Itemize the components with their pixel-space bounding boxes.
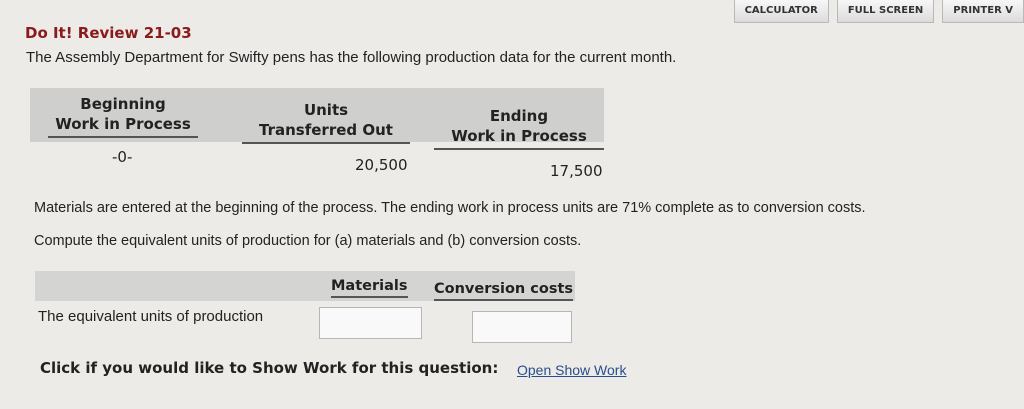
full-screen-button[interactable]: FULL SCREEN: [836, 0, 935, 23]
header-line: Ending: [489, 107, 549, 125]
header-conversion-costs: Conversion costs: [434, 281, 574, 301]
conversion-costs-input[interactable]: [472, 311, 572, 343]
value-units-transferred: 20,500: [355, 156, 408, 174]
header-units-transferred: Units Transferred Out: [242, 100, 410, 144]
header-line: Work in Process: [451, 127, 587, 145]
production-data-table: Beginning Work in Process Units Transfer…: [30, 88, 604, 184]
materials-note: Materials are entered at the beginning o…: [34, 200, 866, 216]
open-show-work-link[interactable]: Open Show Work: [517, 362, 626, 378]
question-title: Do It! Review 21-03: [25, 24, 192, 42]
header-line: Units: [303, 101, 349, 119]
header-materials: Materials: [331, 278, 408, 298]
materials-input[interactable]: [319, 307, 422, 339]
header-line: Work in Process: [55, 115, 191, 133]
calculator-button[interactable]: CALCULATOR: [733, 0, 829, 23]
top-toolbar: CALCULATOR FULL SCREEN PRINTER V: [733, 0, 1024, 23]
header-ending-wip: Ending Work in Process: [434, 106, 604, 150]
equivalent-units-label: The equivalent units of production: [38, 308, 264, 325]
header-beginning-wip: Beginning Work in Process: [48, 94, 198, 138]
instruction-text: Compute the equivalent units of producti…: [34, 233, 582, 249]
question-intro: The Assembly Department for Swifty pens …: [26, 49, 677, 66]
header-line: Transferred Out: [259, 121, 393, 139]
value-ending-wip: 17,500: [550, 162, 603, 180]
printer-button[interactable]: PRINTER V: [942, 0, 1024, 23]
header-line: Beginning: [80, 95, 166, 113]
show-work-prompt: Click if you would like to Show Work for…: [40, 359, 499, 377]
value-beginning-wip: -0-: [112, 148, 133, 166]
